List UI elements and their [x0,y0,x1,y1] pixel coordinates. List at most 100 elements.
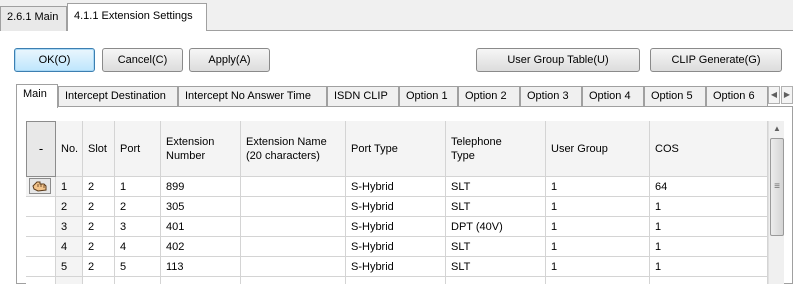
tab-option-4[interactable]: Option 4 [582,86,644,107]
cell-port-type[interactable]: S-Hybrid [346,197,446,217]
header-text: Type [451,149,475,162]
cell-extension-name[interactable] [241,257,346,277]
cell-port-type[interactable]: S-Hybrid [346,217,446,237]
cell-port-type[interactable]: S-Hybrid [346,237,446,257]
cell-telephone-type[interactable]: SLT [446,197,546,217]
header-telephone-type[interactable]: Telephone Type [446,121,546,177]
tab-option-1[interactable]: Option 1 [399,86,458,107]
apply-button[interactable]: Apply(A) [189,48,270,72]
header-no[interactable]: No. [56,121,83,177]
cell-cos[interactable]: 1 [650,237,768,257]
cell-extension-number[interactable]: 402 [161,237,241,257]
vertical-scrollbar[interactable]: ▲ ≡ [768,121,784,284]
cell-extension-name[interactable] [241,197,346,217]
header-text: Extension Name [246,135,327,148]
scrollbar-thumb[interactable]: ≡ [770,138,784,236]
header-extension-number[interactable]: Extension Number [161,121,241,177]
cell-extension-name[interactable] [241,177,346,197]
cell-extension-name[interactable] [241,217,346,237]
cell-user-group[interactable]: 1 [546,257,650,277]
header-user-group[interactable]: User Group [546,121,650,177]
cell-port-type[interactable]: S-Hybrid [346,257,446,277]
row-selector[interactable] [26,197,56,217]
cell-extension-number[interactable]: 899 [161,177,241,197]
header-cos[interactable]: COS [650,121,768,177]
cell-user-group[interactable] [546,277,650,284]
user-group-table-button[interactable]: User Group Table(U) [476,48,640,72]
table-row[interactable]: 4 2 4 402 S-Hybrid SLT 1 1 [26,237,768,257]
cell-telephone-type[interactable] [446,277,546,284]
header-slot[interactable]: Slot [83,121,115,177]
cell-user-group[interactable]: 1 [546,197,650,217]
cell-extension-number[interactable]: 305 [161,197,241,217]
cell-extension-number[interactable]: 113 [161,257,241,277]
cell-telephone-type[interactable]: SLT [446,257,546,277]
arrow-up-icon[interactable]: ▲ [769,121,785,137]
cell-extension-number[interactable] [161,277,241,284]
cell-slot[interactable] [83,277,115,284]
cell-cos[interactable] [650,277,768,284]
cell-cos[interactable]: 64 [650,177,768,197]
cell-telephone-type[interactable]: DPT (40V) [446,217,546,237]
row-selector[interactable] [26,177,56,197]
header-port-type[interactable]: Port Type [346,121,446,177]
tab-label: Option 3 [527,90,569,102]
tab-main[interactable]: 2.6.1 Main [0,6,67,31]
cell-port[interactable]: 2 [115,197,161,217]
tab-intercept-no-answer-time[interactable]: Intercept No Answer Time [178,86,327,107]
tab-label: Option 5 [651,90,693,102]
cell-slot[interactable]: 2 [83,177,115,197]
cell-port[interactable]: 5 [115,257,161,277]
tab-option-2[interactable]: Option 2 [458,86,520,107]
cell-telephone-type[interactable]: SLT [446,237,546,257]
table-row[interactable]: 3 2 3 401 S-Hybrid DPT (40V) 1 1 [26,217,768,237]
ok-button[interactable]: OK(O) [14,48,95,72]
cell-cos[interactable]: 1 [650,217,768,237]
cell-user-group[interactable]: 1 [546,177,650,197]
cell-telephone-type[interactable]: SLT [446,177,546,197]
header-extension-name[interactable]: Extension Name (20 characters) [241,121,346,177]
cell-no: 2 [56,197,83,217]
cell-user-group[interactable]: 1 [546,217,650,237]
cell-port-type[interactable] [346,277,446,284]
cell-slot[interactable]: 2 [83,237,115,257]
arrow-right-icon[interactable]: ▶ [781,86,793,104]
tab-isdn-clip[interactable]: ISDN CLIP [327,86,399,107]
row-selector[interactable] [26,257,56,277]
cell-slot[interactable]: 2 [83,257,115,277]
header-port[interactable]: Port [115,121,161,177]
tab-intercept-destination[interactable]: Intercept Destination [58,86,178,107]
cell-port[interactable]: 4 [115,237,161,257]
tab-option-3[interactable]: Option 3 [520,86,582,107]
select-all-header[interactable]: - [26,121,56,177]
table-row[interactable]: 5 2 5 113 S-Hybrid SLT 1 1 [26,257,768,277]
cell-user-group[interactable]: 1 [546,237,650,257]
tab-main-sub[interactable]: Main [16,84,58,108]
cell-cos[interactable]: 1 [650,257,768,277]
clip-generate-button[interactable]: CLIP Generate(G) [650,48,782,72]
table-row[interactable]: 2 2 2 305 S-Hybrid SLT 1 1 [26,197,768,217]
cell-port[interactable] [115,277,161,284]
tab-option-5[interactable]: Option 5 [644,86,706,107]
cell-port-type[interactable]: S-Hybrid [346,177,446,197]
tab-label: Option 1 [406,90,448,102]
table-row-partial[interactable] [26,277,768,284]
cell-slot[interactable]: 2 [83,217,115,237]
cell-extension-name[interactable] [241,277,346,284]
cell-extension-name[interactable] [241,237,346,257]
cancel-button[interactable]: Cancel(C) [102,48,183,72]
tab-extension-settings[interactable]: 4.1.1 Extension Settings [67,3,207,32]
row-selector[interactable] [26,277,56,284]
row-selector[interactable] [26,237,56,257]
cell-port[interactable]: 1 [115,177,161,197]
table-row[interactable]: 1 2 1 899 S-Hybrid SLT 1 64 [26,177,768,197]
tab-option-6[interactable]: Option 6 [706,86,768,107]
tab-label: Option 6 [713,90,755,102]
cell-slot[interactable]: 2 [83,197,115,217]
table-header-row: - No. Slot Port Extension Number Extensio… [26,121,768,177]
cell-extension-number[interactable]: 401 [161,217,241,237]
cell-port[interactable]: 3 [115,217,161,237]
row-selector[interactable] [26,217,56,237]
cell-cos[interactable]: 1 [650,197,768,217]
arrow-left-icon[interactable]: ◀ [768,86,780,104]
